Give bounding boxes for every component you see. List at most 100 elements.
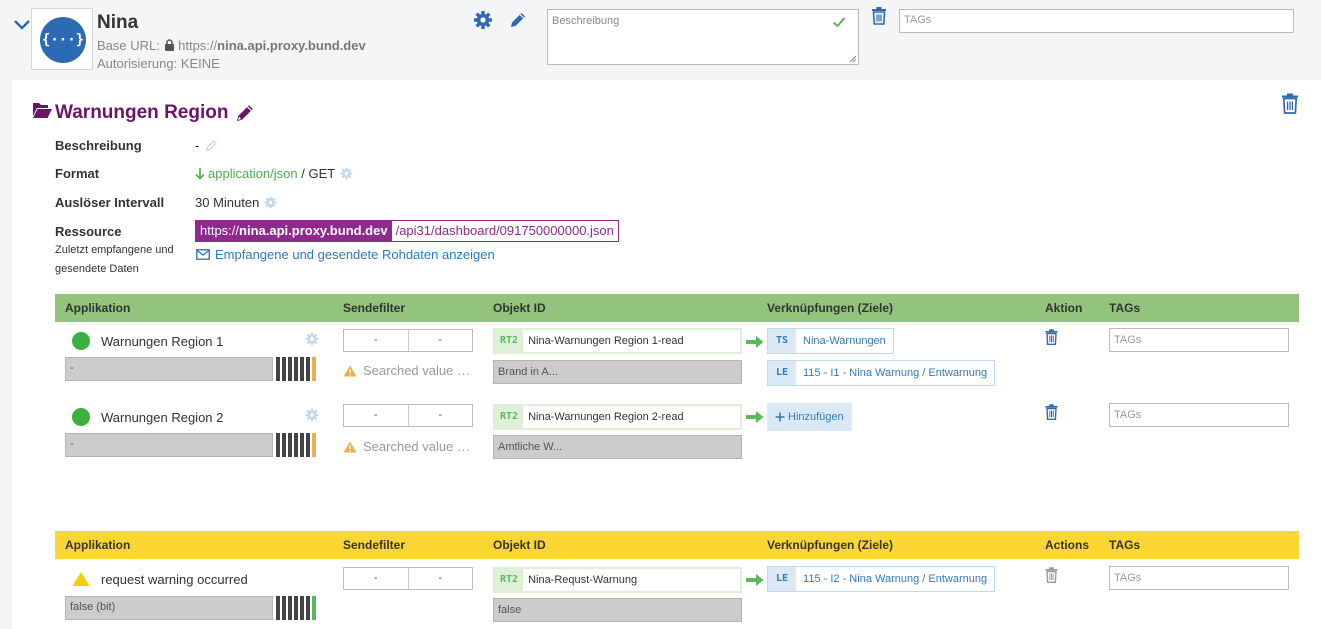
format-method: / GET <box>297 166 336 181</box>
pencil-icon[interactable] <box>235 102 256 123</box>
trash-icon[interactable] <box>1045 567 1058 583</box>
gear-icon[interactable] <box>305 332 319 346</box>
description-placeholder: Beschreibung <box>552 15 620 27</box>
format-value: application/json / GET <box>195 166 353 181</box>
format-type: application/json <box>208 166 298 181</box>
link-target: Nina-Warnungen <box>803 335 886 347</box>
row-name: Warnungen Region 2 <box>101 410 224 425</box>
raw-data-link[interactable]: Empfangene und gesendete Rohdaten anzeig… <box>196 247 495 262</box>
gear-icon[interactable] <box>264 196 277 209</box>
beschreibung-text: - <box>195 138 200 153</box>
column-header: Applikation <box>65 301 131 315</box>
column-header: Aktion <box>1045 301 1083 315</box>
row-tags-input[interactable]: TAGs <box>1109 566 1289 590</box>
object-name: Nina-Warnungen Region 1-read <box>528 335 684 347</box>
ressource-sublabel: Zuletzt empfangene und gesendete Daten <box>55 244 174 275</box>
intervall-label: Auslöser Intervall <box>55 195 165 210</box>
object-value: Amtliche W... <box>493 435 742 459</box>
intervall-text: 30 Minuten <box>195 195 260 210</box>
column-header: Objekt ID <box>493 538 546 552</box>
auth-text: Autorisierung: KEINE <box>97 56 220 71</box>
row-tags-input[interactable]: TAGs <box>1109 403 1289 427</box>
filter-warning: Searched value … <box>343 439 473 454</box>
object-value: Brand in A... <box>493 360 742 384</box>
api-logo-box: {···} <box>31 8 93 70</box>
filter-max[interactable]: - <box>407 568 473 589</box>
row-tags-input[interactable]: TAGs <box>1109 328 1289 352</box>
object-type-tag: RT2 <box>495 569 524 591</box>
resource-url[interactable]: https://nina.api.proxy.bund.dev /api31/d… <box>195 220 619 242</box>
warning-icon <box>343 365 357 376</box>
gear-icon[interactable] <box>305 408 319 422</box>
filter-warning: Searched value … <box>343 363 473 378</box>
object-id-field[interactable]: RT2 Nina-Warnungen Region 2-read <box>493 404 742 430</box>
filter-min[interactable]: - <box>344 568 408 589</box>
link-target: 115 - I1 - Nina Warnung / Entwarnung <box>803 367 988 379</box>
filter-warning-text: Searched value … <box>363 439 470 454</box>
link-target: 115 - I2 - Nina Warnung / Entwarnung <box>803 573 988 585</box>
resource-scheme: https:// <box>200 223 240 238</box>
history-bars <box>276 433 316 457</box>
trash-icon[interactable] <box>1045 404 1058 420</box>
resize-grip-icon[interactable] <box>849 55 857 63</box>
row-name: request warning occurred <box>101 572 248 587</box>
lock-icon <box>164 39 174 51</box>
resource-host: https://nina.api.proxy.bund.dev <box>196 221 392 241</box>
arrow-down-icon <box>195 167 205 180</box>
history-bars <box>276 357 316 381</box>
description-textarea[interactable]: Beschreibung <box>547 9 859 65</box>
history-bars <box>276 596 316 620</box>
link-chip[interactable]: LE 115 - I2 - Nina Warnung / Entwarnung <box>767 566 996 592</box>
check-icon[interactable] <box>832 15 846 29</box>
table-header: Applikation Sendefilter Objekt ID Verknü… <box>55 294 1299 322</box>
link-type-tag: LE <box>768 361 797 385</box>
resource-host-name: nina.api.proxy.bund.dev <box>239 223 388 238</box>
row-name: Warnungen Region 1 <box>101 334 224 349</box>
filter-min[interactable]: - <box>344 330 408 351</box>
gear-icon[interactable] <box>473 10 493 30</box>
column-header: Actions <box>1045 538 1090 552</box>
warning-icon <box>72 572 90 586</box>
status-ok-icon <box>72 332 90 350</box>
filter-min[interactable]: - <box>344 405 408 426</box>
send-filter[interactable]: - - <box>343 329 473 352</box>
raw-data-link-text: Empfangene und gesendete Rohdaten anzeig… <box>215 247 495 262</box>
column-header: Sendefilter <box>343 538 406 552</box>
object-id-field[interactable]: RT2 Nina-Requst-Warnung <box>493 567 742 593</box>
column-header: Sendefilter <box>343 301 406 315</box>
pencil-icon[interactable] <box>205 139 218 152</box>
send-filter[interactable]: - - <box>343 567 473 590</box>
object-id-field[interactable]: RT2 Nina-Warnungen Region 1-read <box>493 328 742 354</box>
plus-icon <box>775 412 785 422</box>
beschreibung-label: Beschreibung <box>55 138 142 153</box>
add-link-button[interactable]: Hinzufügen <box>767 403 852 431</box>
filter-warning-text: Searched value … <box>363 363 470 378</box>
base-url-label: Base URL: <box>97 38 160 53</box>
filter-max[interactable]: - <box>407 330 473 351</box>
intervall-value: 30 Minuten <box>195 195 277 210</box>
link-type-tag: LE <box>768 567 797 591</box>
gear-icon[interactable] <box>340 167 353 180</box>
tags-input[interactable]: TAGs <box>899 9 1294 33</box>
object-name: Nina-Warnungen Region 2-read <box>528 411 684 423</box>
base-url-scheme: https:// <box>178 38 218 53</box>
pencil-icon[interactable] <box>508 10 528 30</box>
table-header: Applikation Sendefilter Objekt ID Verknü… <box>55 531 1299 559</box>
section-title: Warnungen Region <box>55 102 229 123</box>
chevron-down-icon[interactable] <box>13 16 31 34</box>
send-filter[interactable]: - - <box>343 404 473 427</box>
column-header: TAGs <box>1109 538 1141 552</box>
current-value: - <box>65 433 273 457</box>
status-ok-icon <box>72 408 90 426</box>
filter-max[interactable]: - <box>407 405 473 426</box>
trash-icon[interactable] <box>871 7 887 25</box>
column-header: TAGs <box>1109 301 1141 315</box>
trash-icon[interactable] <box>1281 93 1299 114</box>
link-chip[interactable]: LE 115 - I1 - Nina Warnung / Entwarnung <box>767 360 996 386</box>
add-link-label: Hinzufügen <box>788 411 844 423</box>
trash-icon[interactable] <box>1045 329 1058 345</box>
base-url: Base URL: https://nina.api.proxy.bund.de… <box>97 38 366 53</box>
link-chip[interactable]: TS Nina-Warnungen <box>767 328 894 354</box>
object-value: false <box>493 598 742 622</box>
arrow-right-icon <box>746 574 764 586</box>
